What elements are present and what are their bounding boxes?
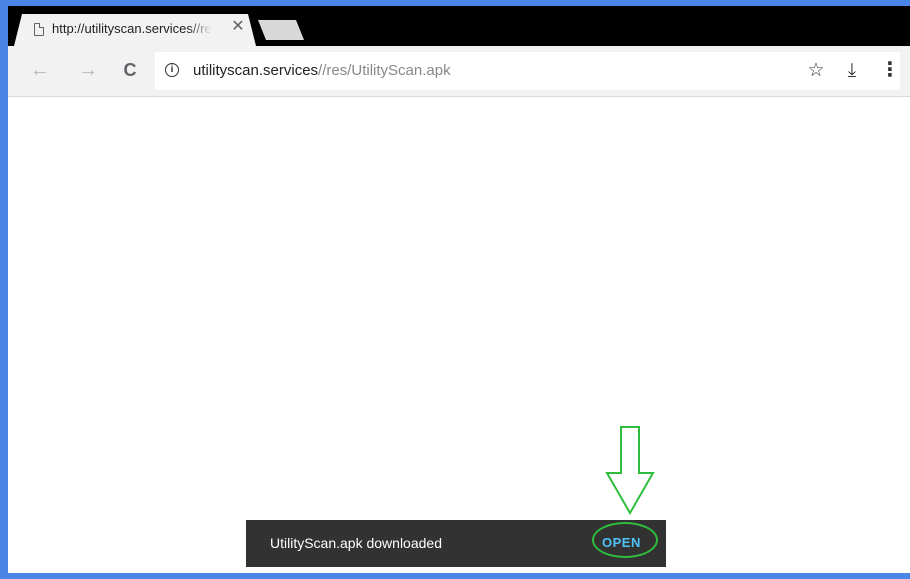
browser-window: http://utilityscan.services//res/Utility…: [8, 6, 910, 573]
url-text[interactable]: utilityscan.services//res/UtilityScan.ap…: [193, 62, 451, 79]
page-content: [8, 97, 910, 573]
close-icon[interactable]: ✕: [230, 19, 246, 35]
toolbar: ← → C i utilityscan.services//res/Utilit…: [8, 46, 910, 97]
back-icon[interactable]: ←: [28, 58, 52, 82]
bookmark-star-icon[interactable]: ☆: [803, 58, 829, 84]
highlight-ellipse: [592, 522, 658, 558]
address-bar[interactable]: i utilityscan.services//res/UtilityScan.…: [155, 52, 900, 90]
reload-icon[interactable]: C: [118, 58, 142, 82]
down-arrow-icon: [605, 426, 655, 515]
new-tab-button[interactable]: [258, 20, 304, 40]
menu-icon[interactable]: ⋮: [878, 58, 902, 82]
url-path: //res/UtilityScan.apk: [318, 62, 451, 79]
active-tab[interactable]: http://utilityscan.services//res/Utility…: [14, 14, 256, 46]
tab-strip: http://utilityscan.services//res/Utility…: [8, 6, 910, 46]
tab-title: http://utilityscan.services//res/Utility…: [52, 21, 212, 36]
page-icon: [34, 23, 44, 36]
download-icon[interactable]: ⤓: [839, 58, 865, 84]
info-icon[interactable]: i: [165, 63, 179, 77]
forward-icon[interactable]: →: [76, 58, 100, 82]
url-host: utilityscan.services: [193, 62, 319, 79]
snackbar-message: UtilityScan.apk downloaded: [270, 535, 442, 551]
